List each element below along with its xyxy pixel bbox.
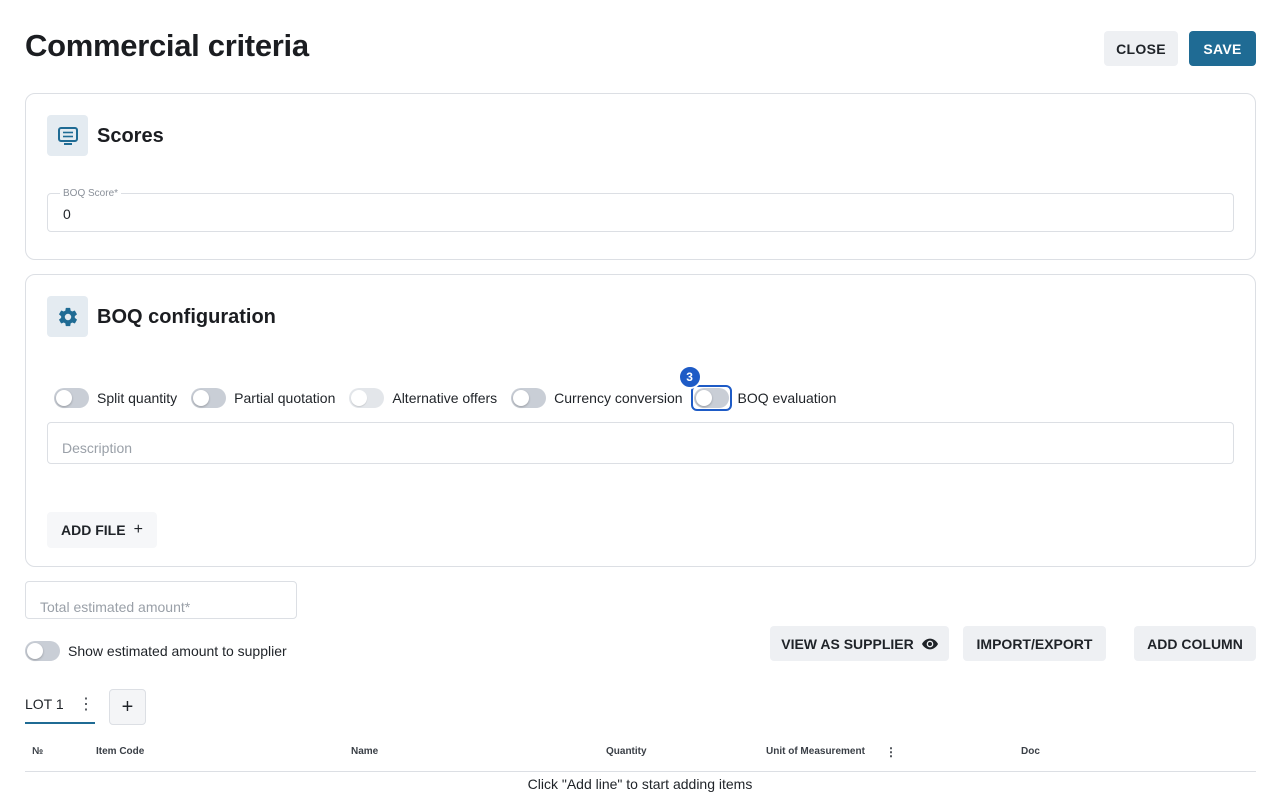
toggle-knob bbox=[193, 390, 210, 406]
boq-config-card: BOQ configuration Split quantity Partial… bbox=[25, 274, 1256, 567]
toggle-knob bbox=[695, 390, 712, 406]
boq-evaluation-toggle-item: 3 BOQ evaluation bbox=[677, 365, 837, 411]
toggle-knob bbox=[27, 643, 43, 659]
add-tab-button[interactable]: + bbox=[109, 689, 146, 725]
view-as-supplier-label: VIEW AS SUPPLIER bbox=[781, 635, 914, 652]
alternative-offers-toggle-item: Alternative offers bbox=[349, 388, 497, 408]
alternative-offers-label: Alternative offers bbox=[392, 390, 498, 406]
toggle-row: Split quantity Partial quotation Alterna… bbox=[54, 365, 850, 411]
total-estimated-amount-field[interactable]: Total estimated amount* bbox=[25, 581, 297, 619]
show-estimated-amount-toggle-item: Show estimated amount to supplier bbox=[25, 641, 287, 661]
column-menu-icon[interactable]: ⋮ bbox=[885, 745, 897, 759]
add-file-button[interactable]: ADD FILE + bbox=[47, 512, 157, 548]
column-header-item-code: Item Code bbox=[96, 746, 145, 757]
boq-score-field[interactable]: BOQ Score* 0 bbox=[47, 188, 1234, 232]
column-header-quantity: Quantity bbox=[606, 746, 647, 757]
more-vert-icon[interactable]: ⋮ bbox=[78, 694, 94, 714]
split-quantity-toggle-item: Split quantity bbox=[54, 388, 177, 408]
currency-conversion-toggle-item: Currency conversion bbox=[511, 388, 683, 408]
currency-conversion-label: Currency conversion bbox=[554, 390, 683, 406]
alternative-offers-toggle[interactable] bbox=[349, 388, 385, 408]
scores-card: Scores BOQ Score* 0 bbox=[25, 93, 1256, 260]
description-placeholder: Description bbox=[62, 440, 133, 456]
table-header-divider bbox=[25, 771, 1256, 772]
gear-icon bbox=[47, 296, 88, 337]
scores-title: Scores bbox=[97, 125, 164, 147]
boq-config-title: BOQ configuration bbox=[97, 306, 276, 328]
column-header-doc: Doc bbox=[1021, 746, 1040, 757]
import-export-button[interactable]: IMPORT/EXPORT bbox=[963, 626, 1106, 661]
add-file-label: ADD FILE bbox=[61, 522, 126, 538]
toggle-knob bbox=[56, 390, 72, 406]
column-header-unit: Unit of Measurement bbox=[766, 746, 865, 757]
boq-evaluation-focus: 3 bbox=[677, 365, 732, 411]
scores-icon bbox=[47, 115, 88, 156]
total-estimated-amount-placeholder: Total estimated amount* bbox=[40, 599, 191, 615]
show-estimated-amount-toggle[interactable] bbox=[25, 641, 60, 661]
save-button[interactable]: SAVE bbox=[1189, 31, 1256, 66]
eye-icon bbox=[921, 638, 938, 650]
boq-score-label: BOQ Score* bbox=[60, 188, 122, 199]
tab-lot-1-label: LOT 1 bbox=[25, 696, 64, 712]
split-quantity-toggle[interactable] bbox=[54, 388, 89, 408]
column-header-number: № bbox=[32, 746, 44, 757]
toggle-knob bbox=[351, 390, 368, 406]
boq-evaluation-label: BOQ evaluation bbox=[737, 390, 837, 406]
add-column-button[interactable]: ADD COLUMN bbox=[1134, 626, 1256, 661]
description-field[interactable]: Description bbox=[47, 422, 1234, 464]
tab-lot-1[interactable]: LOT 1 ⋮ bbox=[25, 692, 95, 724]
page-title: Commercial criteria bbox=[25, 28, 309, 63]
view-as-supplier-button[interactable]: VIEW AS SUPPLIER bbox=[770, 626, 949, 661]
boq-evaluation-toggle[interactable] bbox=[693, 388, 729, 408]
close-button[interactable]: CLOSE bbox=[1104, 31, 1178, 66]
toggle-knob bbox=[513, 390, 530, 406]
show-estimated-amount-label: Show estimated amount to supplier bbox=[68, 643, 287, 659]
partial-quotation-label: Partial quotation bbox=[234, 390, 336, 406]
split-quantity-label: Split quantity bbox=[97, 390, 178, 406]
partial-quotation-toggle[interactable] bbox=[191, 388, 227, 408]
boq-score-value: 0 bbox=[63, 206, 71, 222]
column-header-name: Name bbox=[351, 746, 379, 757]
partial-quotation-toggle-item: Partial quotation bbox=[191, 388, 335, 408]
currency-conversion-toggle[interactable] bbox=[511, 388, 547, 408]
empty-table-message: Click "Add line" to start adding items bbox=[527, 776, 753, 792]
step-badge: 3 bbox=[677, 365, 702, 389]
plus-icon: + bbox=[133, 521, 143, 538]
